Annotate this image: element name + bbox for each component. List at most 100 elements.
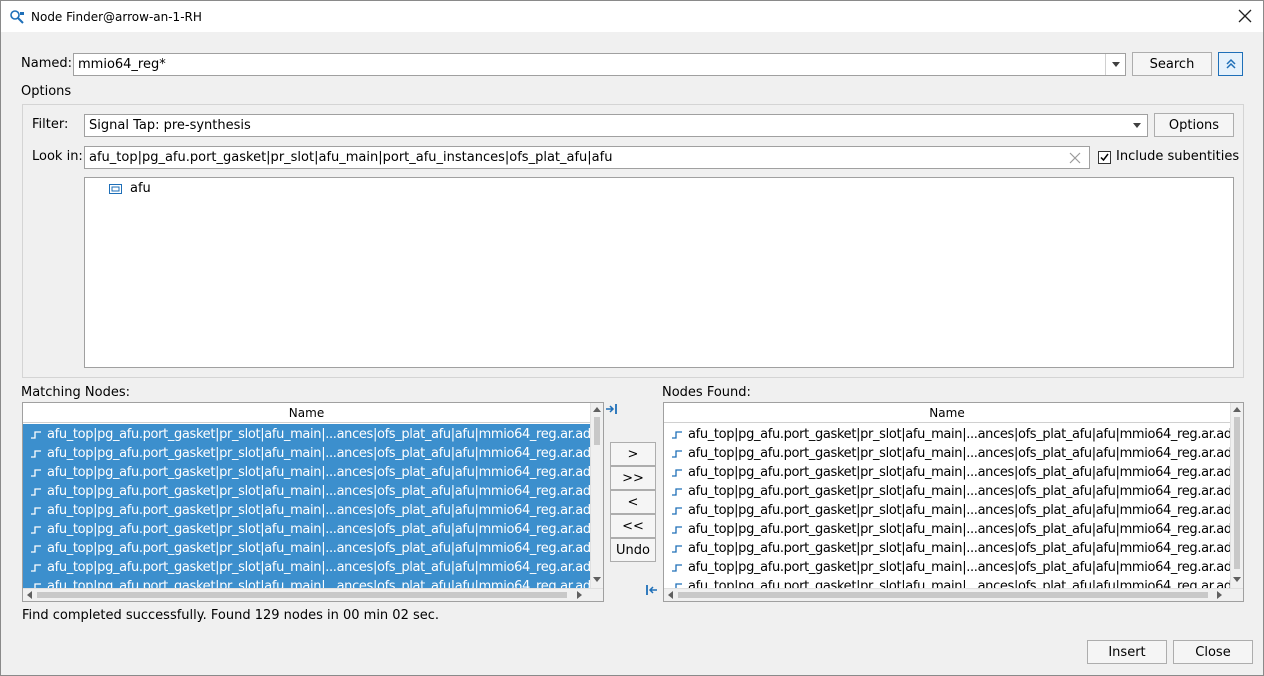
close-button[interactable]: Close bbox=[1173, 640, 1253, 664]
signal-icon bbox=[672, 506, 682, 515]
nodes-found-label: Nodes Found: bbox=[662, 385, 751, 400]
node-name: afu_top|pg_afu.port_gasket|pr_slot|afu_m… bbox=[688, 541, 1230, 556]
node-name: afu_top|pg_afu.port_gasket|pr_slot|afu_m… bbox=[688, 560, 1230, 575]
include-subentities-label: Include subentities bbox=[1116, 149, 1240, 164]
node-name: afu_top|pg_afu.port_gasket|pr_slot|afu_m… bbox=[47, 503, 590, 518]
clear-icon[interactable] bbox=[1069, 152, 1081, 164]
matching-nodes-label: Matching Nodes: bbox=[21, 385, 130, 400]
nodes-found-vertical-scrollbar[interactable] bbox=[1230, 403, 1243, 588]
scroll-up-arrow-icon[interactable] bbox=[593, 407, 601, 412]
filter-label: Filter: bbox=[32, 117, 69, 132]
signal-icon bbox=[31, 544, 41, 553]
node-name: afu_top|pg_afu.port_gasket|pr_slot|afu_m… bbox=[688, 446, 1230, 461]
node-name: afu_top|pg_afu.port_gasket|pr_slot|afu_m… bbox=[47, 541, 590, 556]
instance-icon bbox=[109, 183, 122, 194]
node-name: afu_top|pg_afu.port_gasket|pr_slot|afu_m… bbox=[47, 484, 590, 499]
look-in-input[interactable]: afu_top|pg_afu.port_gasket|pr_slot|afu_m… bbox=[84, 146, 1090, 169]
matching-nodes-name-column-header[interactable]: Name bbox=[23, 403, 590, 423]
remove-all-button[interactable]: << bbox=[610, 514, 656, 538]
tree-item-label: afu bbox=[130, 181, 151, 196]
scroll-thumb[interactable] bbox=[678, 592, 1208, 598]
move-to-start-icon[interactable] bbox=[645, 584, 658, 596]
window-title: Node Finder@arrow-an-1-RH bbox=[31, 9, 202, 24]
named-dropdown-arrow-icon[interactable] bbox=[1105, 54, 1125, 75]
signal-icon bbox=[31, 563, 41, 572]
scroll-thumb[interactable] bbox=[594, 417, 600, 445]
node-name: afu_top|pg_afu.port_gasket|pr_slot|afu_m… bbox=[47, 560, 590, 575]
nodes-found-horizontal-scrollbar[interactable] bbox=[664, 588, 1243, 601]
options-section-label: Options bbox=[21, 84, 72, 99]
add-all-button[interactable]: >> bbox=[610, 466, 656, 490]
scroll-thumb[interactable] bbox=[37, 592, 567, 598]
table-row[interactable]: afu_top|pg_afu.port_gasket|pr_slot|afu_m… bbox=[23, 482, 590, 501]
node-name: afu_top|pg_afu.port_gasket|pr_slot|afu_m… bbox=[688, 427, 1230, 442]
node-finder-window: Node Finder@arrow-an-1-RH Named: mmio64_… bbox=[0, 0, 1264, 676]
node-name: afu_top|pg_afu.port_gasket|pr_slot|afu_m… bbox=[47, 427, 590, 442]
window-close-icon[interactable] bbox=[1233, 4, 1257, 28]
scroll-left-arrow-icon[interactable] bbox=[668, 591, 673, 599]
filter-value: Signal Tap: pre-synthesis bbox=[89, 118, 251, 133]
look-in-value: afu_top|pg_afu.port_gasket|pr_slot|afu_m… bbox=[89, 150, 613, 165]
named-combobox[interactable]: mmio64_reg* bbox=[73, 53, 1126, 76]
table-row[interactable]: afu_top|pg_afu.port_gasket|pr_slot|afu_m… bbox=[23, 539, 590, 558]
signal-icon bbox=[672, 449, 682, 458]
scroll-thumb[interactable] bbox=[1234, 417, 1240, 569]
options-button[interactable]: Options bbox=[1154, 113, 1234, 137]
named-label: Named: bbox=[21, 56, 72, 71]
add-selected-button[interactable]: > bbox=[610, 442, 656, 466]
table-row[interactable]: afu_top|pg_afu.port_gasket|pr_slot|afu_m… bbox=[23, 501, 590, 520]
table-row[interactable]: afu_top|pg_afu.port_gasket|pr_slot|afu_m… bbox=[664, 482, 1230, 501]
nodes-found-name-column-header[interactable]: Name bbox=[664, 403, 1230, 423]
search-button[interactable]: Search bbox=[1132, 52, 1212, 76]
signal-icon bbox=[672, 563, 682, 572]
table-row[interactable]: afu_top|pg_afu.port_gasket|pr_slot|afu_m… bbox=[664, 539, 1230, 558]
double-chevron-up-icon bbox=[1225, 58, 1236, 69]
node-finder-app-icon bbox=[10, 9, 24, 24]
undo-button[interactable]: Undo bbox=[610, 538, 656, 562]
look-in-label: Look in: bbox=[32, 149, 83, 164]
collapse-options-button[interactable] bbox=[1218, 52, 1243, 76]
filter-combobox[interactable]: Signal Tap: pre-synthesis bbox=[84, 114, 1148, 137]
named-input[interactable]: mmio64_reg* bbox=[78, 57, 166, 72]
scroll-left-arrow-icon[interactable] bbox=[27, 591, 32, 599]
table-row[interactable]: afu_top|pg_afu.port_gasket|pr_slot|afu_m… bbox=[23, 520, 590, 539]
move-to-end-icon[interactable] bbox=[605, 403, 618, 415]
matching-nodes-horizontal-scrollbar[interactable] bbox=[23, 588, 603, 601]
nodes-found-list[interactable]: Name afu_top|pg_afu.port_gasket|pr_slot|… bbox=[663, 402, 1244, 602]
table-row[interactable]: afu_top|pg_afu.port_gasket|pr_slot|afu_m… bbox=[23, 444, 590, 463]
matching-nodes-vertical-scrollbar[interactable] bbox=[590, 403, 603, 588]
hierarchy-tree[interactable]: afu bbox=[84, 177, 1234, 368]
insert-button[interactable]: Insert bbox=[1087, 640, 1167, 664]
table-row[interactable]: afu_top|pg_afu.port_gasket|pr_slot|afu_m… bbox=[23, 558, 590, 577]
tree-item-afu[interactable]: afu bbox=[109, 181, 151, 196]
node-name: afu_top|pg_afu.port_gasket|pr_slot|afu_m… bbox=[47, 522, 590, 537]
node-name: afu_top|pg_afu.port_gasket|pr_slot|afu_m… bbox=[47, 446, 590, 461]
scroll-down-arrow-icon[interactable] bbox=[593, 577, 601, 582]
node-name: afu_top|pg_afu.port_gasket|pr_slot|afu_m… bbox=[688, 503, 1230, 518]
node-name: afu_top|pg_afu.port_gasket|pr_slot|afu_m… bbox=[688, 522, 1230, 537]
remove-selected-button[interactable]: < bbox=[610, 490, 656, 514]
node-name: afu_top|pg_afu.port_gasket|pr_slot|afu_m… bbox=[688, 484, 1230, 499]
filter-dropdown-arrow-icon[interactable] bbox=[1127, 115, 1147, 136]
table-row[interactable]: afu_top|pg_afu.port_gasket|pr_slot|afu_m… bbox=[664, 444, 1230, 463]
signal-icon bbox=[31, 449, 41, 458]
table-row[interactable]: afu_top|pg_afu.port_gasket|pr_slot|afu_m… bbox=[664, 501, 1230, 520]
table-row[interactable]: afu_top|pg_afu.port_gasket|pr_slot|afu_m… bbox=[664, 463, 1230, 482]
table-row[interactable]: afu_top|pg_afu.port_gasket|pr_slot|afu_m… bbox=[23, 463, 590, 482]
table-row[interactable]: afu_top|pg_afu.port_gasket|pr_slot|afu_m… bbox=[664, 558, 1230, 577]
signal-icon bbox=[672, 468, 682, 477]
scroll-up-arrow-icon[interactable] bbox=[1233, 407, 1241, 412]
scroll-down-arrow-icon[interactable] bbox=[1233, 577, 1241, 582]
signal-icon bbox=[31, 525, 41, 534]
scroll-right-arrow-icon[interactable] bbox=[1217, 591, 1222, 599]
table-row[interactable]: afu_top|pg_afu.port_gasket|pr_slot|afu_m… bbox=[664, 520, 1230, 539]
include-subentities-checkbox[interactable] bbox=[1098, 151, 1111, 164]
table-row[interactable]: afu_top|pg_afu.port_gasket|pr_slot|afu_m… bbox=[23, 425, 590, 444]
signal-icon bbox=[31, 506, 41, 515]
checkmark-icon bbox=[1100, 153, 1109, 162]
scroll-right-arrow-icon[interactable] bbox=[577, 591, 582, 599]
matching-nodes-list[interactable]: Name afu_top|pg_afu.port_gasket|pr_slot|… bbox=[22, 402, 604, 602]
table-row[interactable]: afu_top|pg_afu.port_gasket|pr_slot|afu_m… bbox=[664, 425, 1230, 444]
title-bar: Node Finder@arrow-an-1-RH bbox=[1, 1, 1263, 32]
signal-icon bbox=[31, 487, 41, 496]
